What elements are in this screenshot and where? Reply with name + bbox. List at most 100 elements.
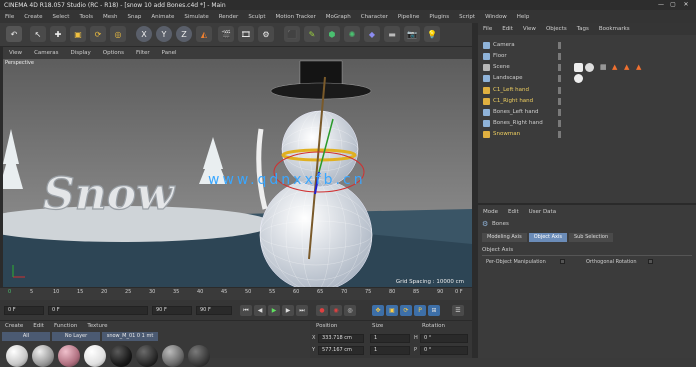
key-parameter-icon[interactable]: P	[414, 305, 426, 316]
timeline-window-icon[interactable]: ☰	[452, 305, 464, 316]
filter-no-layer[interactable]: No Layer	[52, 332, 100, 341]
array-icon[interactable]: ✺	[344, 26, 360, 42]
visibility-toggle[interactable]	[558, 42, 561, 49]
tab-sub-selection[interactable]: Sub Selection	[568, 233, 614, 242]
previous-key-icon[interactable]: ◀	[254, 305, 266, 316]
objmenu-tags[interactable]: Tags	[572, 26, 594, 32]
material-swatch[interactable]	[6, 345, 28, 367]
object-row-scene[interactable]: Scene ▦ ▲ ▲ ▲	[478, 62, 696, 73]
material-swatch[interactable]	[188, 345, 210, 367]
viewport-menu-display[interactable]: Display	[65, 50, 97, 56]
key-position-icon[interactable]: ✥	[372, 305, 384, 316]
visibility-toggle[interactable]	[558, 131, 561, 138]
menu-motion-tracker[interactable]: Motion Tracker	[271, 14, 321, 20]
camera-icon[interactable]: 📷	[404, 26, 420, 42]
menu-character[interactable]: Character	[356, 14, 393, 20]
position-y-field[interactable]: 577.167 cm	[318, 346, 364, 355]
undo-icon[interactable]: ↶	[6, 26, 22, 42]
menu-mograph[interactable]: MoGraph	[321, 14, 356, 20]
current-frame-field[interactable]: 0 F	[48, 306, 148, 315]
material-swatch[interactable]	[58, 345, 80, 367]
next-key-icon[interactable]: ▶	[282, 305, 294, 316]
checker-tag-icon[interactable]: ▦	[600, 62, 607, 73]
menu-help[interactable]: Help	[512, 14, 535, 20]
go-to-start-icon[interactable]: ⏮	[240, 305, 252, 316]
subdivision-surface-icon[interactable]: ⬢	[324, 26, 340, 42]
visibility-toggle[interactable]	[558, 109, 561, 116]
position-x-field[interactable]: 333.718 cm	[318, 334, 364, 343]
objmenu-file[interactable]: File	[478, 26, 497, 32]
menu-tools[interactable]: Tools	[74, 14, 98, 20]
material-menu-create[interactable]: Create	[0, 323, 28, 329]
timeline-ruler[interactable]: 0 5 10 15 20 25 30 35 40 45 50 55 60 65 …	[0, 287, 472, 300]
live-selection-icon[interactable]: ↖	[30, 26, 46, 42]
filter-all[interactable]: All	[2, 332, 50, 341]
key-point-level-icon[interactable]: ⊞	[428, 305, 440, 316]
filter-layer[interactable]: snow_M_01 0 1 mt	[102, 332, 158, 341]
visibility-toggle[interactable]	[558, 75, 561, 82]
max-frame-field[interactable]: 90 F	[196, 306, 232, 315]
menu-mesh[interactable]: Mesh	[98, 14, 122, 20]
floor-icon[interactable]: ▬	[384, 26, 400, 42]
viewport-menu-panel[interactable]: Panel	[156, 50, 183, 56]
attrmenu-mode[interactable]: Mode	[478, 209, 503, 215]
menu-render[interactable]: Render	[214, 14, 244, 20]
maximize-button[interactable]: ▢	[668, 1, 678, 9]
material-tag-icon[interactable]	[574, 74, 583, 83]
move-icon[interactable]: ✚	[50, 26, 66, 42]
y-axis-lock-icon[interactable]: Y	[156, 26, 172, 42]
end-frame-field[interactable]: 90 F	[152, 306, 192, 315]
viewport-menu-filter[interactable]: Filter	[130, 50, 156, 56]
cube-icon[interactable]: ⬛	[284, 26, 300, 42]
material-swatch[interactable]	[162, 345, 184, 367]
phong-tag-icon[interactable]: ▲	[612, 62, 617, 73]
coordinate-system-icon[interactable]: ◭	[196, 26, 212, 42]
objmenu-edit[interactable]: Edit	[497, 26, 518, 32]
close-button[interactable]: ✕	[681, 1, 691, 9]
menu-create[interactable]: Create	[19, 14, 47, 20]
viewport-menu-view[interactable]: View	[3, 50, 28, 56]
objmenu-view[interactable]: View	[518, 26, 541, 32]
object-row-c1-left-hand[interactable]: C1_Left hand	[478, 85, 696, 96]
key-rotation-icon[interactable]: ⟳	[400, 305, 412, 316]
material-swatch[interactable]	[32, 345, 54, 367]
deformer-icon[interactable]: ◆	[364, 26, 380, 42]
go-to-end-icon[interactable]: ⏭	[296, 305, 308, 316]
menu-snap[interactable]: Snap	[123, 14, 147, 20]
menu-script[interactable]: Script	[454, 14, 480, 20]
rotate-icon[interactable]: ⟳	[90, 26, 106, 42]
object-row-c1-right-hand[interactable]: C1_Right hand	[478, 96, 696, 107]
keyframe-selection-icon[interactable]: ◎	[344, 305, 356, 316]
object-row-floor[interactable]: Floor	[478, 51, 696, 62]
menu-plugins[interactable]: Plugins	[424, 14, 454, 20]
visibility-toggle[interactable]	[558, 87, 561, 94]
object-row-camera[interactable]: Camera	[478, 40, 696, 51]
object-row-snowman[interactable]: Snowman	[478, 129, 696, 140]
rotation-h-field[interactable]: 0 °	[420, 334, 468, 343]
object-row-landscape[interactable]: Landscape	[478, 73, 696, 84]
menu-sculpt[interactable]: Sculpt	[243, 14, 270, 20]
start-frame-field[interactable]: 0 F	[4, 306, 44, 315]
material-tag-icon[interactable]	[585, 63, 594, 72]
size-x-field[interactable]: 1	[370, 334, 410, 343]
render-view-icon[interactable]: 🎬	[218, 26, 234, 42]
light-icon[interactable]: 💡	[424, 26, 440, 42]
visibility-toggle[interactable]	[558, 120, 561, 127]
material-swatch[interactable]	[84, 345, 106, 367]
record-icon[interactable]: ●	[316, 305, 328, 316]
visibility-toggle[interactable]	[558, 98, 561, 105]
material-menu-edit[interactable]: Edit	[28, 323, 49, 329]
visibility-toggle[interactable]	[558, 64, 561, 71]
object-row-bones-right-hand[interactable]: Bones_Right hand	[478, 118, 696, 129]
material-menu-texture[interactable]: Texture	[82, 323, 112, 329]
material-tag-icon[interactable]	[574, 63, 583, 72]
attrmenu-edit[interactable]: Edit	[503, 209, 524, 215]
spline-pen-icon[interactable]: ✎	[304, 26, 320, 42]
viewport-menu-cameras[interactable]: Cameras	[28, 50, 64, 56]
menu-simulate[interactable]: Simulate	[179, 14, 213, 20]
material-swatch[interactable]	[110, 345, 132, 367]
menu-file[interactable]: File	[0, 14, 19, 20]
tab-modeling-axis[interactable]: Modeling Axis	[482, 233, 527, 242]
objmenu-objects[interactable]: Objects	[541, 26, 572, 32]
viewport-menu-options[interactable]: Options	[97, 50, 130, 56]
